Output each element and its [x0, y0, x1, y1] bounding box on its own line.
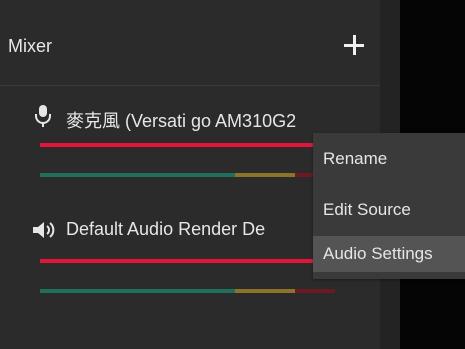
volume-meter-bottom: [40, 289, 335, 293]
menu-item-edit-source[interactable]: Edit Source: [313, 192, 465, 228]
menu-item-audio-settings[interactable]: Audio Settings: [313, 236, 465, 272]
meter-segment-yellow: [235, 173, 295, 177]
channel-name-microphone: 麥克風 (Versati go AM310G2: [66, 111, 297, 131]
context-menu: Rename Edit Source Audio Settings: [313, 133, 465, 279]
channel-name-desktop-audio: Default Audio Render De: [66, 219, 266, 239]
microphone-icon[interactable]: [33, 105, 53, 127]
volume-meter-top: [40, 143, 335, 147]
mixer-header: Mixer: [0, 0, 380, 86]
plus-icon[interactable]: [342, 33, 366, 57]
volume-meter-bottom: [40, 173, 335, 177]
menu-item-rename[interactable]: Rename: [313, 141, 465, 177]
meter-segment-green: [40, 173, 235, 177]
speaker-icon[interactable]: [33, 219, 57, 241]
volume-meter-top: [40, 259, 335, 263]
meter-segment-yellow: [235, 289, 295, 293]
mixer-title: Mixer: [8, 36, 52, 56]
meter-segment-green: [40, 289, 235, 293]
meter-segment-red: [295, 289, 335, 293]
